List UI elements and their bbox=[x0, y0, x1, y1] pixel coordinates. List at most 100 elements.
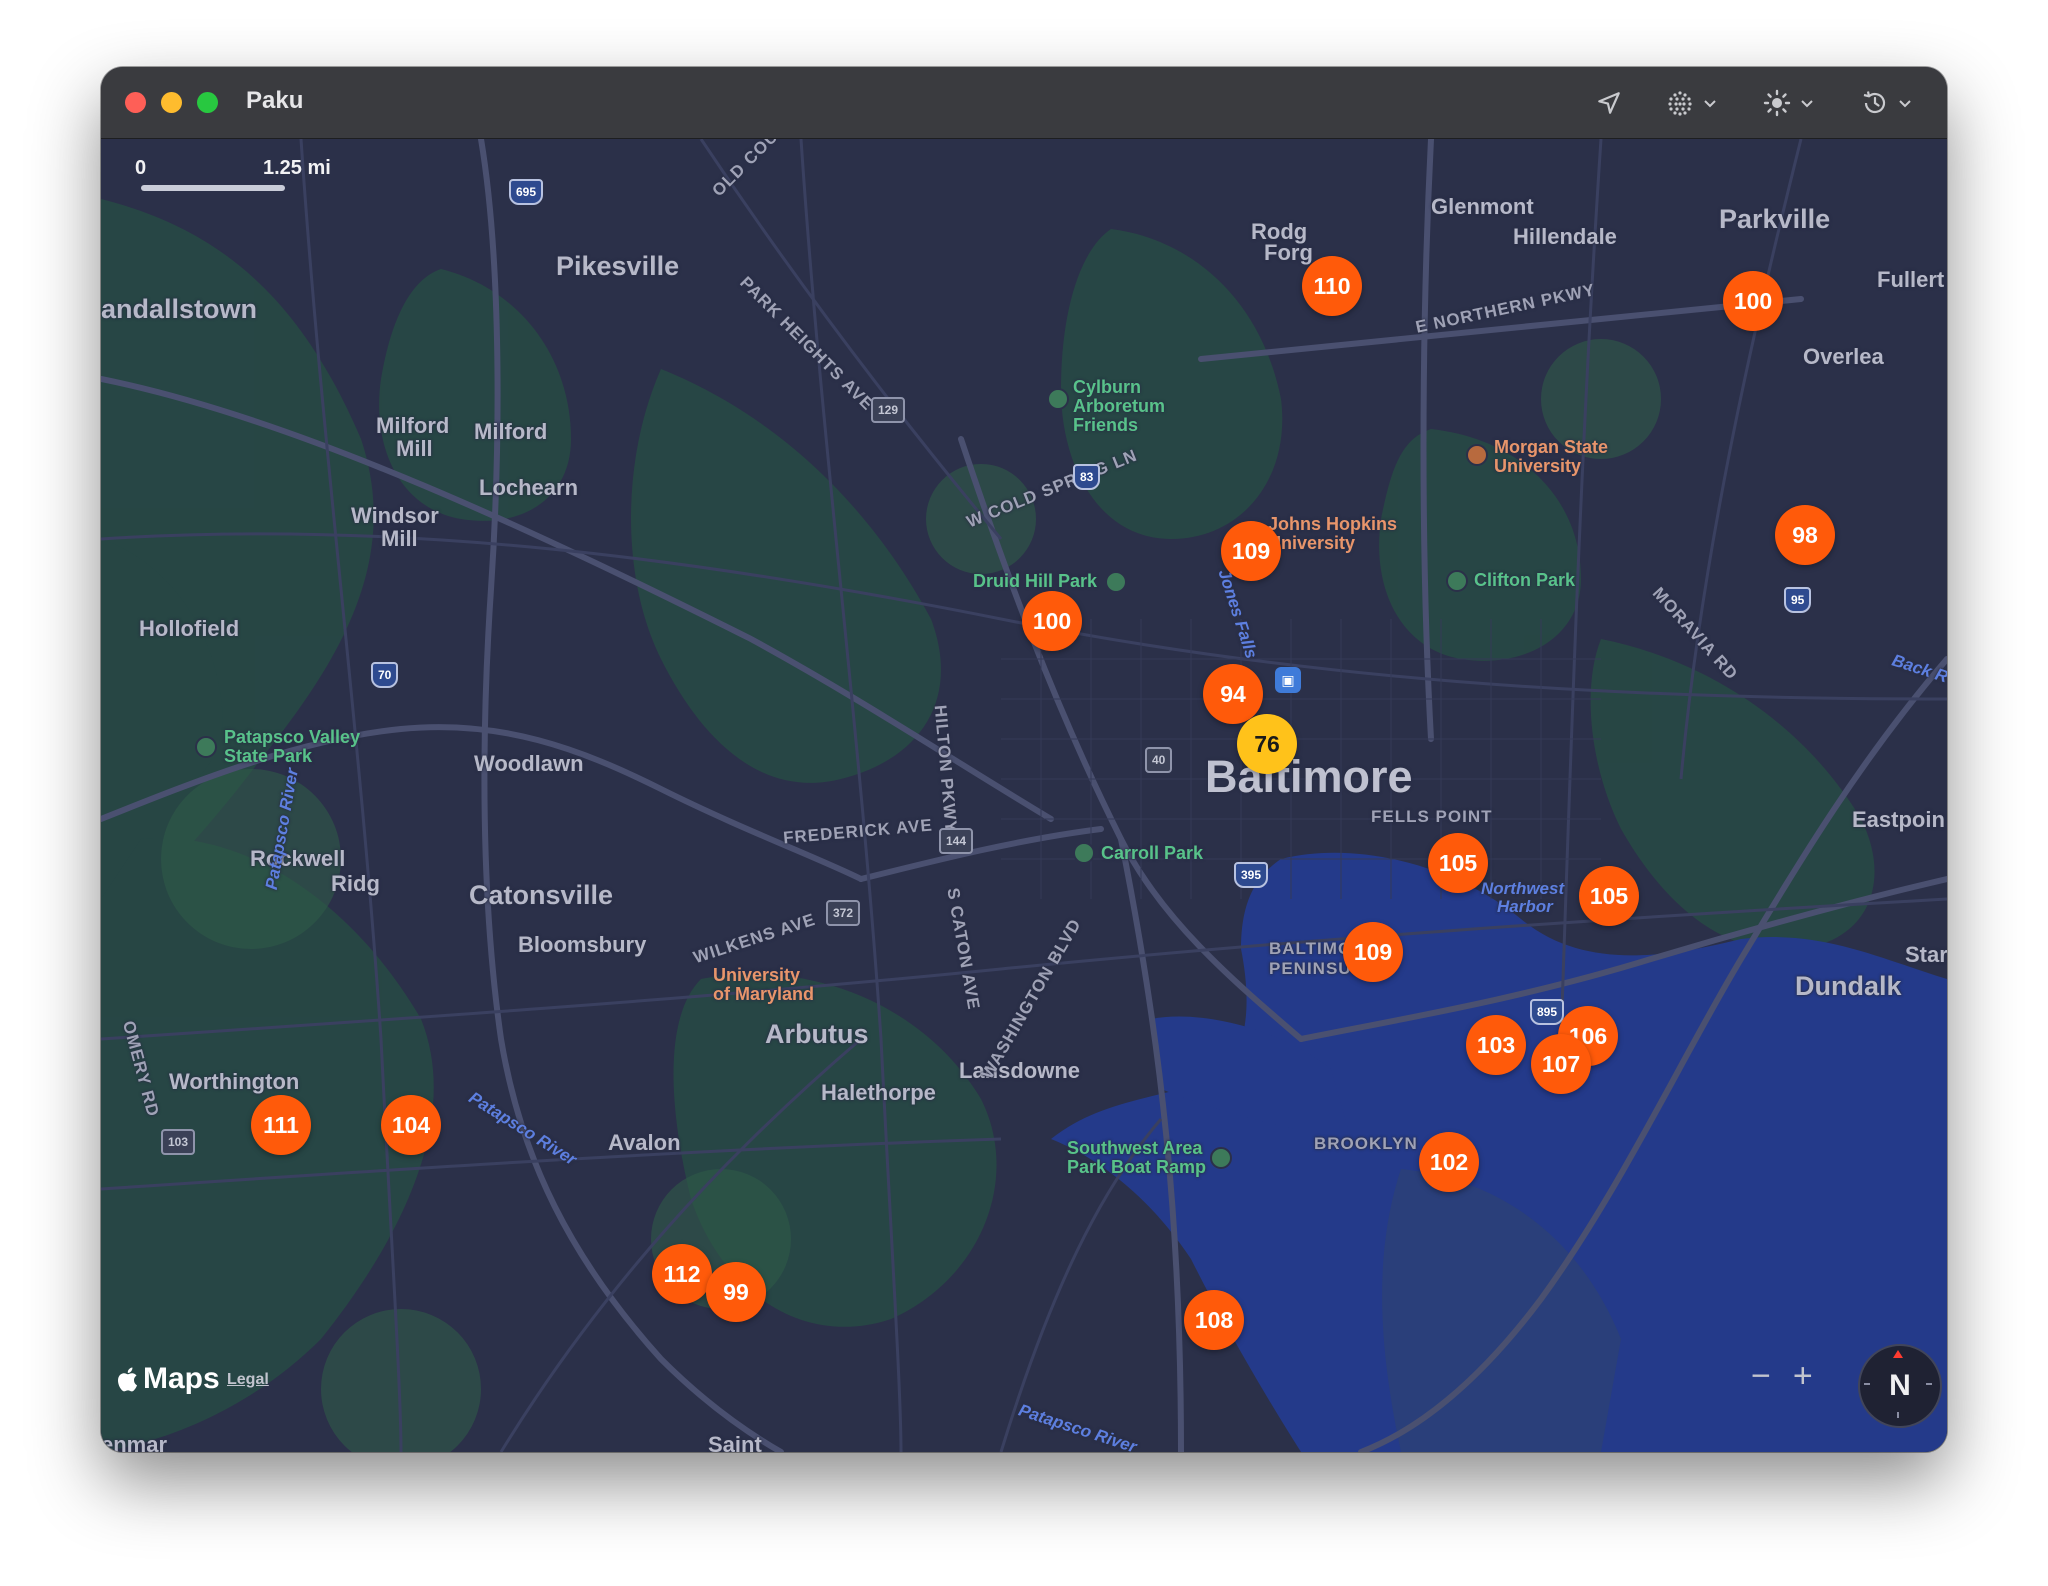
poi-label-patapsco-valley[interactable]: Patapsco Valley State Park bbox=[224, 728, 360, 766]
place-label: Arbutus bbox=[765, 1019, 869, 1049]
poi-label-clifton-park[interactable]: Clifton Park bbox=[1474, 571, 1575, 590]
park-icon[interactable] bbox=[1105, 571, 1127, 593]
place-label: enmar bbox=[101, 1432, 168, 1452]
neighborhood-label: BROOKLYN bbox=[1314, 1134, 1418, 1153]
map-marker[interactable]: 105 bbox=[1428, 833, 1488, 893]
interstate-shield: 83 bbox=[1073, 464, 1101, 490]
route-shield: 129 bbox=[871, 397, 906, 423]
map-marker[interactable]: 104 bbox=[381, 1095, 441, 1155]
poi-line: Arboretum bbox=[1073, 396, 1166, 416]
place-label: Ridg bbox=[331, 871, 380, 896]
place-label: Avalon bbox=[608, 1130, 681, 1155]
zoom-in-button[interactable]: + bbox=[1793, 1357, 1813, 1396]
poi-line: Southwest Area bbox=[1067, 1138, 1203, 1158]
map-marker[interactable]: 99 bbox=[706, 1262, 766, 1322]
compass-button[interactable]: N bbox=[1858, 1344, 1942, 1428]
zoom-out-button[interactable]: − bbox=[1751, 1357, 1771, 1396]
place-label: Woodlawn bbox=[474, 751, 584, 776]
park-icon[interactable] bbox=[1047, 388, 1069, 410]
appearance-menu[interactable] bbox=[1763, 81, 1815, 125]
place-label: Pikesville bbox=[556, 251, 680, 281]
place-label: Milford bbox=[474, 419, 548, 444]
place-label: Star bbox=[1905, 942, 1947, 967]
map-marker[interactable]: 109 bbox=[1221, 521, 1281, 581]
poi-line: University bbox=[713, 965, 801, 985]
map-marker[interactable]: 100 bbox=[1022, 591, 1082, 651]
poi-label-druid-hill-park[interactable]: Druid Hill Park bbox=[973, 572, 1097, 591]
poi-label-morgan-state[interactable]: Morgan State University bbox=[1494, 438, 1608, 476]
grid-dots-icon bbox=[1668, 91, 1692, 116]
poi-line: of Maryland bbox=[713, 984, 815, 1004]
zoom-controls: − + bbox=[1751, 1357, 1813, 1396]
map-marker[interactable]: 103 bbox=[1466, 1015, 1526, 1075]
route-shield: 144 bbox=[939, 828, 974, 854]
park-icon[interactable] bbox=[1446, 570, 1468, 592]
park-icon[interactable] bbox=[195, 736, 217, 758]
map-marker[interactable]: 109 bbox=[1343, 922, 1403, 982]
chevron-down-icon bbox=[1899, 100, 1911, 108]
university-icon[interactable] bbox=[1466, 444, 1488, 466]
map-marker[interactable]: 111 bbox=[251, 1095, 311, 1155]
map-marker[interactable]: 110 bbox=[1302, 256, 1362, 316]
water-label: Harbor bbox=[1497, 897, 1553, 916]
place-label: Parkville bbox=[1719, 204, 1831, 234]
map-marker[interactable]: 108 bbox=[1184, 1290, 1244, 1350]
place-label: Overlea bbox=[1803, 344, 1884, 369]
current-location-button[interactable] bbox=[1596, 81, 1622, 125]
neighborhood-label: FELLS POINT bbox=[1371, 807, 1493, 826]
poi-line: Johns Hopkins bbox=[1268, 514, 1398, 534]
title-bar: Paku bbox=[101, 67, 1947, 139]
map-marker[interactable]: 98 bbox=[1775, 505, 1835, 565]
window-title: Paku bbox=[246, 87, 304, 114]
boat-ramp-icon[interactable] bbox=[1210, 1147, 1232, 1169]
chevron-down-icon bbox=[1704, 100, 1716, 108]
scale-end-label: 1.25 mi bbox=[263, 157, 331, 179]
poi-label-carroll-park[interactable]: Carroll Park bbox=[1101, 844, 1203, 863]
park-icon[interactable] bbox=[1073, 842, 1095, 864]
history-menu[interactable] bbox=[1861, 81, 1913, 125]
poi-label-southwest-area[interactable]: Southwest Area Park Boat Ramp bbox=[1067, 1139, 1206, 1177]
map-view[interactable]: 0 1.25 mi Pikesville andallstown Milford… bbox=[101, 139, 1947, 1452]
poi-line: Morgan State bbox=[1494, 437, 1609, 457]
place-label: andallstown bbox=[101, 294, 258, 324]
poi-line: University bbox=[1494, 456, 1582, 476]
poi-line: University bbox=[1268, 533, 1356, 553]
map-layers-menu[interactable] bbox=[1666, 81, 1718, 125]
interstate-shield: 70 bbox=[371, 662, 399, 688]
poi-line: Park Boat Ramp bbox=[1067, 1157, 1207, 1177]
map-marker[interactable]: 94 bbox=[1203, 664, 1263, 724]
minimize-window-button[interactable] bbox=[161, 92, 182, 113]
route-shield: 372 bbox=[826, 900, 861, 926]
place-label: Hollofield bbox=[139, 616, 240, 641]
poi-label-cylburn[interactable]: Cylburn Arboretum Friends bbox=[1073, 378, 1165, 435]
maximize-window-button[interactable] bbox=[197, 92, 218, 113]
place-label: Lochearn bbox=[479, 475, 579, 500]
clock-history-icon bbox=[1863, 91, 1886, 114]
map-marker[interactable]: 107 bbox=[1531, 1034, 1591, 1094]
train-station-icon[interactable]: ▣ bbox=[1275, 667, 1301, 693]
close-window-button[interactable] bbox=[125, 92, 146, 113]
map-marker[interactable]: 105 bbox=[1579, 866, 1639, 926]
place-label: Halethorpe bbox=[821, 1080, 936, 1105]
place-label: Hillendale bbox=[1513, 224, 1617, 249]
interstate-shield: 895 bbox=[1530, 999, 1565, 1025]
poi-line: Cylburn bbox=[1073, 377, 1142, 397]
poi-label-umbc[interactable]: University of Maryland bbox=[713, 966, 814, 1004]
map-marker-warning[interactable]: 76 bbox=[1237, 714, 1297, 774]
interstate-shield: 95 bbox=[1784, 587, 1812, 613]
place-label: Saint bbox=[708, 1432, 762, 1452]
sun-icon bbox=[1763, 89, 1791, 117]
place-label: Catonsville bbox=[469, 880, 614, 910]
scale-bar bbox=[141, 185, 285, 191]
route-shield: 103 bbox=[161, 1129, 196, 1155]
map-base-layer bbox=[101, 139, 1947, 1452]
place-label: Forg bbox=[1264, 240, 1313, 265]
maps-brand-text: Maps bbox=[143, 1362, 220, 1395]
place-label: Worthington bbox=[169, 1069, 300, 1094]
map-marker[interactable]: 102 bbox=[1419, 1132, 1479, 1192]
place-label: Mill bbox=[396, 436, 433, 461]
map-marker[interactable]: 100 bbox=[1723, 271, 1783, 331]
poi-label-johns-hopkins[interactable]: Johns Hopkins University bbox=[1268, 515, 1397, 553]
map-marker[interactable]: 112 bbox=[652, 1244, 712, 1304]
legal-link[interactable]: Legal bbox=[227, 1371, 269, 1389]
